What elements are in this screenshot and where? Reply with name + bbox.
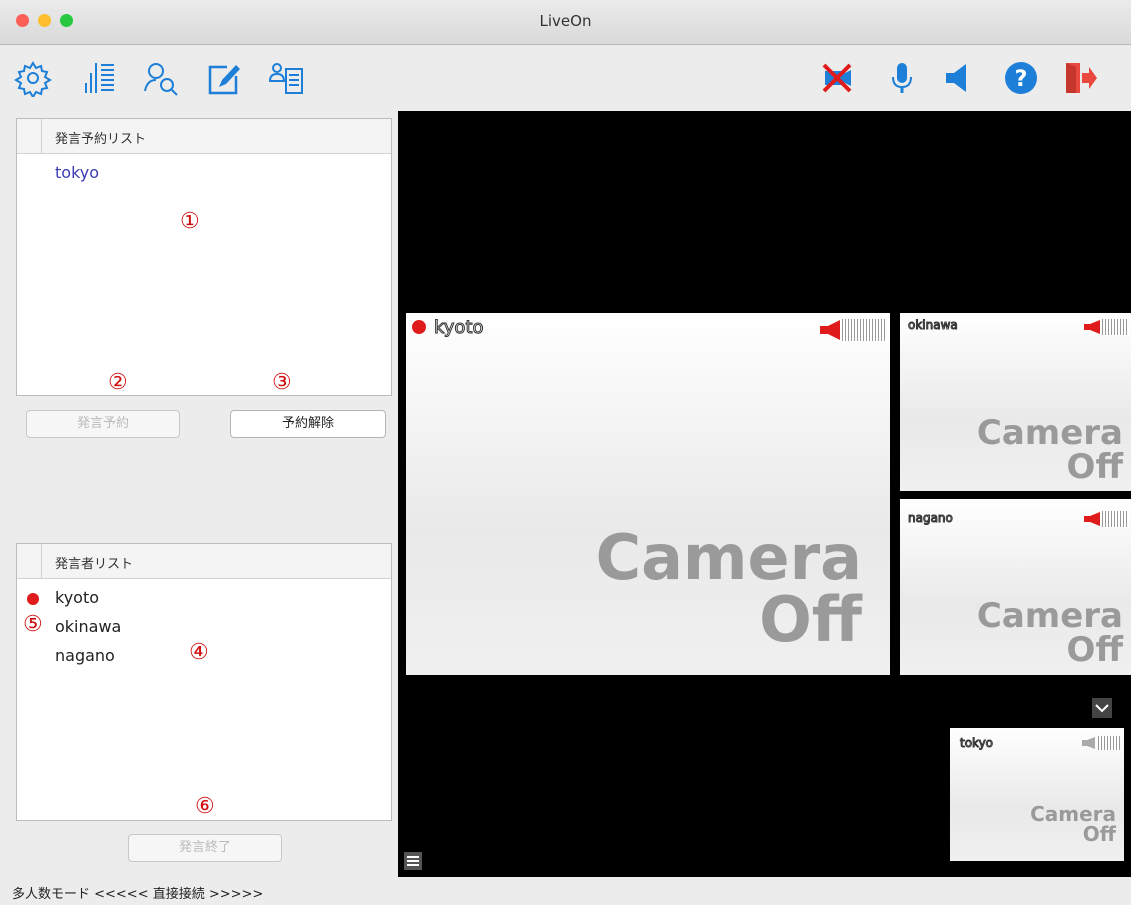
user-search-icon[interactable] — [142, 59, 180, 97]
speaker-icon[interactable] — [940, 59, 978, 97]
speaker-volume-icon[interactable] — [1082, 319, 1104, 335]
speaker-volume-icon[interactable] — [1082, 511, 1104, 527]
collapse-self-view-button[interactable] — [1092, 698, 1112, 718]
video-tile-nagano[interactable]: nagano Camera Off — [900, 499, 1131, 675]
level-meter-icon[interactable] — [80, 59, 118, 97]
reservation-list-item[interactable]: tokyo — [55, 163, 99, 182]
volume-level-meter — [1102, 511, 1129, 527]
toolbar: ? — [0, 45, 1131, 111]
volume-level-meter — [842, 319, 886, 341]
chevron-down-icon — [1095, 704, 1109, 713]
status-bar: 多人数モード <<<<< 直接接続 >>>>> — [0, 877, 1131, 905]
help-icon[interactable]: ? — [1002, 59, 1040, 97]
speaking-indicator-icon — [27, 593, 39, 605]
title-bar: LiveOn — [0, 0, 1131, 45]
speaker-list-item[interactable]: okinawa — [55, 617, 121, 636]
annotation-1: ① — [180, 209, 200, 234]
speaking-indicator-icon — [412, 320, 426, 334]
video-tile-name: okinawa — [908, 318, 959, 333]
video-tile-name: nagano — [908, 511, 954, 526]
window-title: LiveOn — [539, 12, 592, 30]
annotation-2: ② — [108, 370, 128, 395]
video-tile-okinawa[interactable]: okinawa Camera Off — [900, 313, 1131, 491]
member-list-icon[interactable] — [268, 59, 306, 97]
end-speech-button[interactable]: 発言終了 — [128, 834, 282, 862]
volume-level-meter — [1102, 319, 1129, 335]
gear-icon[interactable] — [14, 59, 52, 97]
reservation-list-title: 発言予約リスト — [55, 132, 147, 147]
reservation-list-header: 発言予約リスト — [17, 119, 391, 154]
exit-icon[interactable] — [1060, 59, 1098, 97]
camera-off-label: Camera Off — [595, 521, 862, 656]
main-video-name: kyoto — [434, 317, 485, 339]
reservation-list: 発言予約リスト tokyo ① — [16, 118, 392, 396]
speaker-list: 発言者リスト kyoto okinawa nagano ⑤ ④ ⑥ — [16, 543, 392, 821]
cancel-reservation-button[interactable]: 予約解除 — [230, 410, 386, 438]
speaker-list-header: 発言者リスト — [17, 544, 391, 579]
speaker-list-title: 発言者リスト — [55, 557, 134, 572]
speaker-volume-icon[interactable] — [818, 319, 844, 341]
camera-off-label: Camera Off — [976, 413, 1123, 487]
annotation-4: ④ — [189, 640, 209, 665]
svg-text:?: ? — [1015, 67, 1028, 92]
self-view-name: tokyo — [959, 736, 994, 751]
speaker-list-item[interactable]: kyoto — [55, 588, 99, 607]
hamburger-menu-icon — [407, 856, 419, 866]
camera-off-label: Camera Off — [1030, 802, 1116, 846]
speaker-volume-icon[interactable] — [1080, 736, 1098, 750]
whiteboard-edit-icon[interactable] — [205, 59, 243, 97]
video-area: kyoto Camera Off okinawa Camera Off naga… — [398, 111, 1131, 877]
annotation-5: ⑤ — [23, 612, 43, 637]
volume-level-meter — [1098, 736, 1120, 750]
microphone-icon[interactable] — [883, 59, 921, 97]
main-video-tile[interactable]: kyoto Camera Off — [406, 313, 890, 675]
connection-status: 多人数モード <<<<< 直接接続 >>>>> — [12, 887, 264, 902]
camera-off-icon[interactable] — [818, 59, 856, 97]
reserve-speech-button[interactable]: 発言予約 — [26, 410, 180, 438]
speaker-list-item[interactable]: nagano — [55, 646, 115, 665]
annotation-3: ③ — [272, 370, 292, 395]
camera-off-label: Camera Off — [976, 596, 1123, 670]
self-view-tile[interactable]: tokyo Camera Off — [950, 728, 1124, 861]
annotation-6: ⑥ — [195, 794, 215, 819]
video-menu-button[interactable] — [404, 852, 422, 870]
